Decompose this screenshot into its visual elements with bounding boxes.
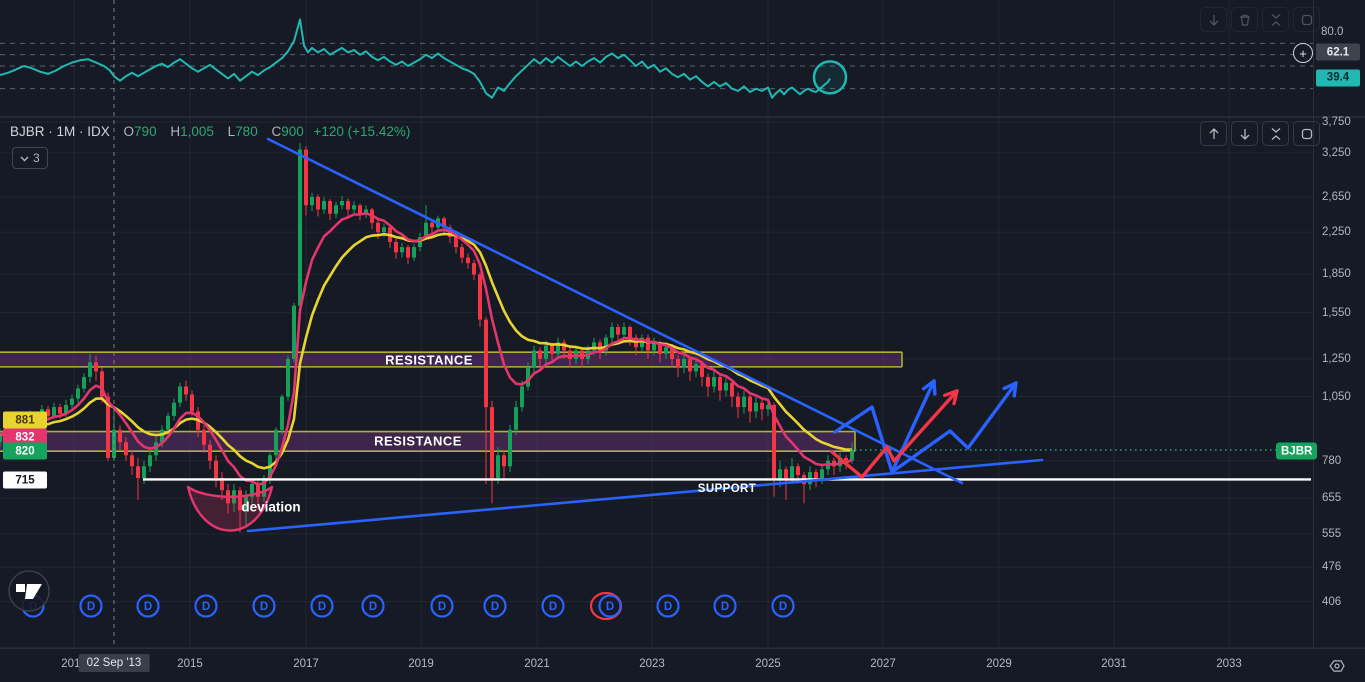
dividend-marker-letter: D [144,601,152,613]
dividend-marker-letter: D [721,601,729,613]
dividend-marker-letter: D [606,601,614,613]
price-tick-label: 2,250 [1322,226,1351,239]
change-value: +120 (+15.42%) [313,124,411,139]
collapse-pane-button[interactable] [1262,7,1289,32]
dividend-marker-letter: D [491,601,499,613]
open-value: 790 [134,124,157,139]
arrow-down-icon [1209,14,1218,26]
price-tick-label: 2,650 [1322,190,1351,203]
trash-icon [1239,14,1250,26]
high-label: H [170,124,181,139]
high-value: 1,005 [180,124,214,139]
rsi-highlight-circle[interactable] [812,60,848,95]
time-tick-label: 2019 [408,658,434,670]
objects-tree-count: 3 [33,151,40,165]
time-tick-label: 2023 [639,658,665,670]
close-value: 900 [281,124,304,139]
time-tick-label: 2015 [177,658,203,670]
rsi-crosshair-badge: 62.1 [1316,43,1360,61]
candle-wicks-up [0,143,853,529]
dividend-marker-letter: D [260,601,268,613]
chart-canvas[interactable]: DDDDDDDDDDDDDD [0,0,1365,682]
open-label: O [123,124,135,139]
dividend-marker-letter: D [664,601,672,613]
main-pane-toolbar [1200,121,1320,146]
price-tick-label: 555 [1322,528,1342,541]
delete-pane-button[interactable] [1231,7,1258,32]
candle-bodies-down [10,149,848,511]
dividend-marker-letter: D [369,601,377,613]
resistance-zone-label[interactable]: RESISTANCE [374,434,462,449]
symbol-legend[interactable]: BJBR · 1M · IDX O790 H1,005 L780 C900 +1… [10,124,410,139]
objects-tree-button[interactable]: 3 [12,147,48,169]
arrow-up-icon [1209,127,1218,139]
collapse-icon [1271,13,1280,26]
indicator-pane-toolbar [1200,7,1320,32]
time-tick-label: 2021 [524,658,550,670]
low-value: 780 [235,124,258,139]
last-price-badge: 820 [3,442,47,460]
price-scale[interactable]: 3,750 3,250 2,650 2,250 1,850 1,550 1,250 1,050… [1313,0,1365,648]
rsi-line [0,18,831,99]
time-tick-label: 2025 [755,658,781,670]
ma-slow-price-badge: 881 [3,411,47,429]
collapse-icon [1271,127,1280,140]
time-tick-label: 2027 [870,658,896,670]
price-tick-label: 655 [1322,492,1342,505]
time-tick-label: 2031 [1101,658,1127,670]
chevron-down-icon [20,156,29,161]
rsi-value-badge: 39.4 [1316,69,1360,87]
deviation-label[interactable]: deviation [241,500,300,515]
arrow-down-icon [1240,128,1249,140]
close-label: C [271,124,282,139]
symbol-title[interactable]: BJBR · 1M · IDX [10,124,110,139]
time-axis[interactable]: 02 Sep '13 2013 2015 2017 2019 2021 2023 2025 2… [0,648,1365,682]
price-tick-label: 1,050 [1322,390,1351,403]
add-alert-plus-icon[interactable]: + [1293,43,1313,63]
chart-window: DDDDDDDDDDDDDD BJBR · 1M · IDX O790 H1,0… [0,0,1365,682]
rsi-scale-label: 80.0 [1321,26,1344,38]
price-tick-label: 780 [1322,454,1342,467]
maximize-icon [1301,128,1312,139]
time-tick-label: 2017 [293,658,319,670]
arrowhead [932,379,937,396]
price-tick-label: 1,850 [1322,268,1351,281]
crosshair-date-badge: 02 Sep '13 [78,654,150,672]
support-label[interactable]: SUPPORT [698,483,756,495]
symbol-price-badge: BJBR [1276,442,1318,460]
move-pane-down-button[interactable] [1231,121,1258,146]
maximize-icon [1301,14,1312,25]
dividend-marker-letter: D [438,601,446,613]
dividend-marker-letter: D [87,601,95,613]
resistance-zone-label[interactable]: RESISTANCE [385,353,473,368]
dividend-marker-letter: D [318,601,326,613]
price-tick-label: 406 [1322,595,1342,608]
support-price-badge: 715 [3,471,47,489]
dividend-marker-letter: D [779,601,787,613]
time-tick-label: 2029 [986,658,1012,670]
arrowhead [1012,381,1018,398]
price-tick-label: 476 [1322,561,1342,574]
move-pane-down-button[interactable] [1200,7,1227,32]
price-tick-label: 3,750 [1322,116,1351,128]
price-tick-label: 1,550 [1322,306,1351,319]
tradingview-logo-mark [16,584,25,592]
time-tick-label: 2033 [1216,658,1242,670]
price-tick-label: 1,250 [1322,352,1351,365]
price-tick-label: 3,250 [1322,146,1351,159]
candle-bodies-up [0,149,854,511]
timezone-settings-icon[interactable] [1328,657,1346,675]
move-pane-up-button[interactable] [1200,121,1227,146]
dividend-marker-letter: D [549,601,557,613]
collapse-pane-button[interactable] [1262,121,1289,146]
dividend-marker-letter: D [202,601,210,613]
ascending-trendline[interactable] [246,458,1044,533]
